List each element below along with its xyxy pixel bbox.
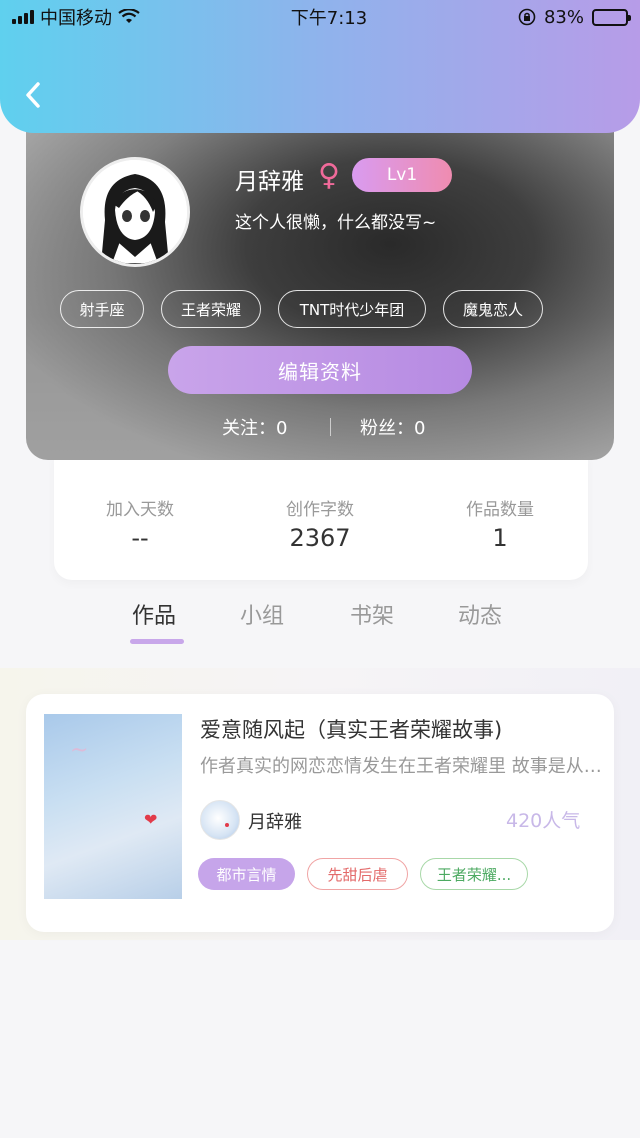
tab-groups[interactable]: 小组 <box>240 598 284 630</box>
battery-percent: 83% <box>543 6 584 28</box>
book-cover[interactable]: ~ ❤ <box>44 714 182 899</box>
battery-icon <box>592 8 631 26</box>
avatar-illustration <box>83 160 187 264</box>
username: 月辞雅 <box>235 169 304 195</box>
user-bio: 这个人很懒，什么都没写~ <box>235 213 437 233</box>
back-button[interactable] <box>22 80 46 110</box>
edit-profile-button[interactable]: 编辑资料 <box>168 346 472 394</box>
stat-works-count: 作品数量 1 <box>430 495 570 552</box>
cover-decoration: ~ <box>70 738 89 763</box>
status-bar: 中国移动 下午7:13 83% <box>0 0 640 34</box>
avatar[interactable] <box>80 157 190 267</box>
stat-value: -- <box>131 524 149 552</box>
stat-label: 创作字数 <box>286 500 354 520</box>
interest-tag[interactable]: 魔鬼恋人 <box>443 290 543 328</box>
signal-icon <box>12 10 34 24</box>
interest-tag[interactable]: TNT时代少年团 <box>278 290 426 328</box>
follow-divider <box>330 418 331 436</box>
interest-tag[interactable]: 王者荣耀 <box>161 290 261 328</box>
stat-value: 2367 <box>289 524 351 552</box>
tab-activity[interactable]: 动态 <box>458 598 502 630</box>
stats-card: 加入天数 -- 创作字数 2367 作品数量 1 <box>54 455 588 580</box>
profile-card: 月辞雅 ♀ Lv1 这个人很懒，什么都没写~ 射手座 王者荣耀 TNT时代少年团… <box>26 100 614 460</box>
status-bar-right: 83% <box>518 6 631 28</box>
following-count[interactable]: 关注：0 <box>222 414 287 440</box>
interest-tags: 射手座 王者荣耀 TNT时代少年团 魔鬼恋人 <box>60 290 580 328</box>
follow-stats: 关注：0 粉丝：0 <box>26 414 614 440</box>
carrier-label: 中国移动 <box>40 8 112 29</box>
content-tabs: 作品 小组 书架 动态 <box>0 598 640 650</box>
orientation-lock-icon <box>518 8 536 26</box>
tab-works[interactable]: 作品 <box>132 598 176 630</box>
tab-bookshelf[interactable]: 书架 <box>350 598 394 630</box>
work-title[interactable]: 爱意随风起（真实王者荣耀故事) <box>200 714 502 744</box>
followers-count[interactable]: 粉丝：0 <box>360 414 425 440</box>
work-card[interactable]: ~ ❤ 爱意随风起（真实王者荣耀故事) 作者真实的网恋恋情发生在王者荣耀里 故事… <box>26 694 614 932</box>
interest-tag[interactable]: 射手座 <box>60 290 144 328</box>
active-tab-indicator <box>130 639 184 644</box>
work-tag[interactable]: 王者荣耀... <box>420 858 528 890</box>
top-header: 中国移动 下午7:13 83% <box>0 0 640 133</box>
work-description: 作者真实的网恋恋情发生在王者荣耀里 故事是从2020年开始的 <box>200 756 604 777</box>
chevron-left-icon <box>26 82 40 108</box>
stat-label: 加入天数 <box>106 500 174 520</box>
status-bar-left: 中国移动 <box>12 4 140 30</box>
stat-label: 作品数量 <box>466 500 534 520</box>
female-gender-icon: ♀ <box>318 158 340 193</box>
work-tag[interactable]: 先甜后虐 <box>307 858 408 890</box>
stat-word-count: 创作字数 2367 <box>250 495 390 552</box>
work-tag[interactable]: 都市言情 <box>198 858 295 890</box>
level-badge: Lv1 <box>352 158 452 192</box>
stat-value: 1 <box>492 524 508 552</box>
status-time: 下午7:13 <box>290 8 368 29</box>
popularity-count: 420人气 <box>506 810 581 832</box>
author-name[interactable]: 月辞雅 <box>248 808 302 834</box>
heart-icon: ❤ <box>144 810 158 829</box>
wifi-icon <box>118 9 140 23</box>
author-avatar[interactable] <box>200 800 240 840</box>
stat-join-days: 加入天数 -- <box>70 495 210 552</box>
